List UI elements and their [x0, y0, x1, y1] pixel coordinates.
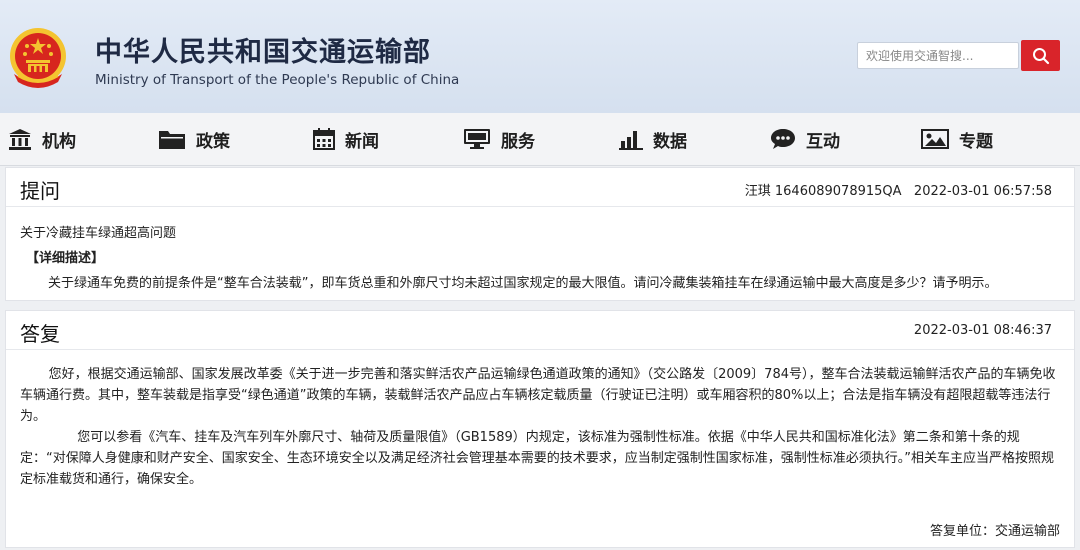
monitor-icon	[464, 129, 490, 149]
question-heading: 提问	[20, 179, 60, 203]
nav-item-interact[interactable]: 互动	[770, 113, 840, 165]
answer-signature: 答复单位：交通运输部	[929, 524, 1060, 539]
main-nav: 机构 政策 新闻 服务 数据 互动 专题	[0, 113, 1080, 166]
site-title-cn: 中华人民共和国交通运输部	[95, 37, 431, 68]
nav-item-org[interactable]: 机构	[8, 113, 76, 165]
image-icon	[921, 129, 949, 149]
nav-item-service[interactable]: 服务	[463, 113, 535, 165]
nav-label: 政策	[196, 131, 230, 152]
answer-card-header: 答复 2022-03-01 08:46:37	[6, 311, 1074, 350]
national-emblem-icon	[10, 28, 66, 88]
answer-body: 您好，根据交通运输部、国家发展改革委《关于进一步完善和落实鲜活农产品运输绿色通道…	[6, 350, 1074, 490]
search-icon	[1032, 47, 1049, 64]
site-title-en: Ministry of Transport of the People's Re…	[95, 72, 460, 88]
search-input[interactable]	[857, 42, 1019, 69]
chat-icon	[771, 129, 795, 149]
nav-label: 互动	[806, 131, 840, 152]
calendar-icon	[313, 128, 335, 150]
answer-paragraph: 您可以参看《汽车、挂车及汽车列车外廓尺寸、轴荷及质量限值》（GB1589）内规定…	[20, 430, 1054, 487]
answer-heading: 答复	[20, 322, 60, 346]
site-header: 中华人民共和国交通运输部 Ministry of Transport of th…	[0, 0, 1080, 113]
building-icon	[9, 129, 31, 150]
question-meta: 汪琪 1646089078915QA 2022-03-01 06:57:58	[744, 184, 1052, 199]
question-title: 关于冷藏挂车绿通超高问题	[20, 226, 177, 241]
question-card-header: 提问 汪琪 1646089078915QA 2022-03-01 06:57:5…	[6, 168, 1074, 207]
nav-label: 数据	[653, 131, 687, 152]
answer-card: 答复 2022-03-01 08:46:37 您好，根据交通运输部、国家发展改革…	[5, 310, 1075, 548]
answer-meta: 2022-03-01 08:46:37	[913, 323, 1052, 338]
nav-item-policy[interactable]: 政策	[158, 113, 230, 165]
nav-item-data[interactable]: 数据	[619, 113, 687, 165]
nav-item-news[interactable]: 新闻	[313, 113, 379, 165]
question-card: 提问 汪琪 1646089078915QA 2022-03-01 06:57:5…	[5, 167, 1075, 301]
nav-label: 新闻	[345, 131, 379, 152]
nav-label: 服务	[501, 131, 535, 152]
folder-icon	[159, 131, 185, 149]
detail-label: 【详细描述】	[26, 251, 105, 266]
nav-label: 专题	[959, 131, 993, 152]
answer-paragraph: 您好，根据交通运输部、国家发展改革委《关于进一步完善和落实鲜活农产品运输绿色通道…	[20, 367, 1056, 424]
question-detail: 关于绿通车免费的前提条件是“整车合法装载”，即车货总重和外廓尺寸均未超过国家规定…	[48, 276, 998, 291]
nav-label: 机构	[42, 131, 76, 152]
nav-item-topics[interactable]: 专题	[921, 113, 993, 165]
bar-chart-icon	[619, 131, 643, 150]
search-button[interactable]	[1021, 40, 1060, 71]
